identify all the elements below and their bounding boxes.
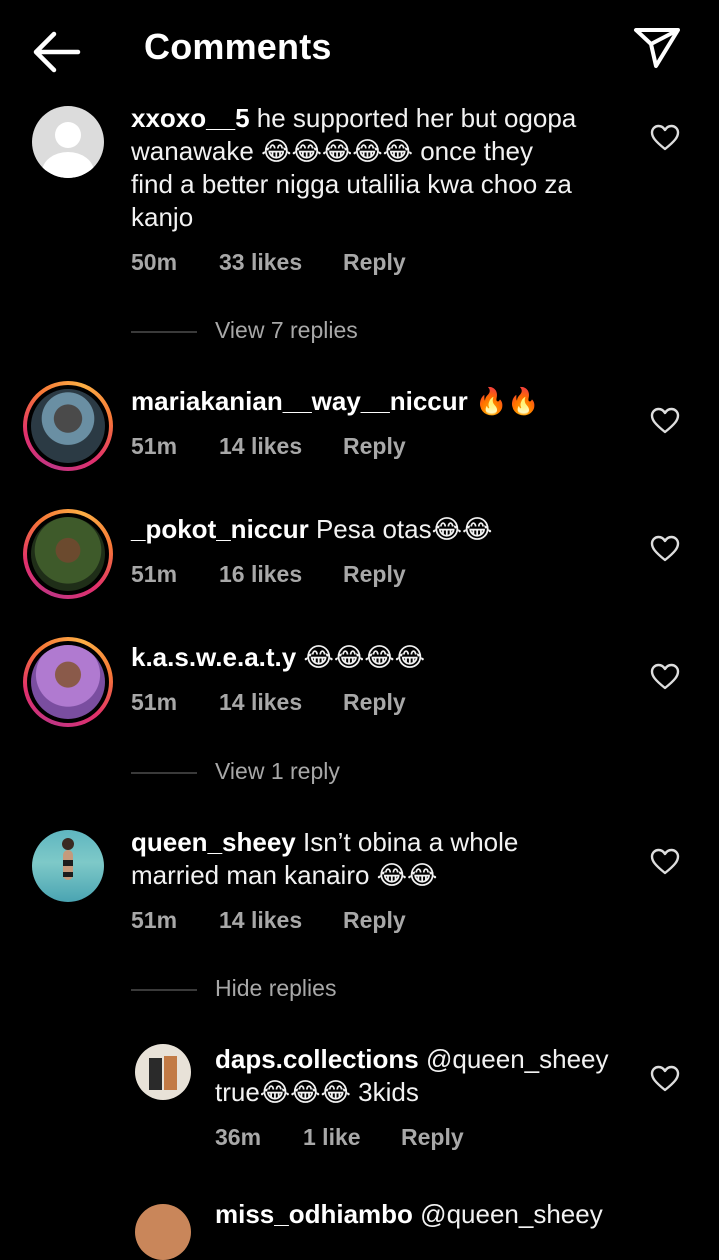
comment-text: k.a.s.w.e.a.t.y 😂😂😂😂 [131, 642, 426, 672]
comment-meta: 36m 1 like Reply [215, 1124, 515, 1152]
avatar[interactable] [135, 1204, 191, 1260]
reply-text: miss_odhiambo @queen_sheey [215, 1198, 635, 1231]
avatar[interactable] [32, 106, 104, 178]
comment-text: queen_sheey Isn’t obina a whole married … [131, 827, 519, 890]
likes-count[interactable]: 1 like [303, 1124, 361, 1151]
timestamp: 50m [131, 249, 178, 275]
comment-text: xxoxo__5 he supported her but ogopa wana… [131, 103, 577, 232]
username[interactable]: queen_sheey [131, 827, 296, 857]
likes-count[interactable]: 14 likes [219, 433, 302, 460]
reply-button[interactable]: Reply [401, 1124, 464, 1151]
profile-photo [62, 838, 74, 880]
username[interactable]: xxoxo__5 [131, 103, 250, 133]
timestamp: 51m [131, 561, 178, 587]
view-replies-button[interactable]: View 7 replies [131, 317, 431, 345]
likes-count[interactable]: 33 likes [219, 249, 302, 276]
heart-icon[interactable] [650, 124, 680, 152]
thread-divider [131, 989, 197, 991]
reply-button[interactable]: Reply [343, 689, 406, 716]
reply-button[interactable]: Reply [343, 249, 406, 276]
timestamp: 51m [131, 907, 178, 933]
reply-button[interactable]: Reply [343, 907, 406, 934]
paper-plane-icon[interactable] [632, 24, 682, 70]
heart-icon[interactable] [650, 535, 680, 563]
mention-link[interactable]: @queen_sheey [426, 1044, 609, 1074]
avatar[interactable] [23, 509, 113, 599]
profile-photo [149, 1056, 177, 1090]
mention-link[interactable]: @queen_sheey [420, 1199, 603, 1229]
comment-meta: 51m 14 likes Reply [131, 689, 431, 717]
username[interactable]: daps.collections [215, 1044, 419, 1074]
hide-replies-button[interactable]: Hide replies [131, 975, 431, 1003]
comment-text: _pokot_niccur Pesa otas😂😂 [131, 514, 493, 544]
heart-icon[interactable] [650, 848, 680, 876]
thread-divider [131, 331, 197, 333]
page-title: Comments [144, 26, 332, 67]
avatar[interactable] [32, 830, 104, 902]
timestamp: 51m [131, 433, 178, 459]
timestamp: 51m [131, 689, 178, 715]
avatar[interactable] [135, 1044, 191, 1100]
reply-button[interactable]: Reply [343, 433, 406, 460]
username[interactable]: _pokot_niccur [131, 514, 309, 544]
default-avatar-icon [42, 122, 94, 178]
reply-text: daps.collections @queen_sheey true😂😂😂 3k… [215, 1044, 609, 1107]
comment-meta: 51m 14 likes Reply [131, 907, 431, 935]
username[interactable]: miss_odhiambo [215, 1199, 413, 1229]
avatar[interactable] [23, 637, 113, 727]
timestamp: 36m [215, 1124, 262, 1150]
thread-divider [131, 772, 197, 774]
heart-icon[interactable] [650, 407, 680, 435]
back-arrow-icon[interactable] [30, 30, 82, 74]
likes-count[interactable]: 14 likes [219, 907, 302, 934]
comment-text: mariakanian__way__niccur 🔥🔥 [131, 386, 540, 416]
username[interactable]: mariakanian__way__niccur [131, 386, 468, 416]
heart-icon[interactable] [650, 663, 680, 691]
avatar[interactable] [23, 381, 113, 471]
username[interactable]: k.a.s.w.e.a.t.y [131, 642, 296, 672]
reply-button[interactable]: Reply [343, 561, 406, 588]
comment-meta: 50m 33 likes Reply [131, 249, 431, 277]
comment-meta: 51m 16 likes Reply [131, 561, 431, 589]
likes-count[interactable]: 16 likes [219, 561, 302, 588]
comment-meta: 51m 14 likes Reply [131, 433, 431, 461]
view-replies-button[interactable]: View 1 reply [131, 758, 431, 786]
likes-count[interactable]: 14 likes [219, 689, 302, 716]
heart-icon[interactable] [650, 1065, 680, 1093]
